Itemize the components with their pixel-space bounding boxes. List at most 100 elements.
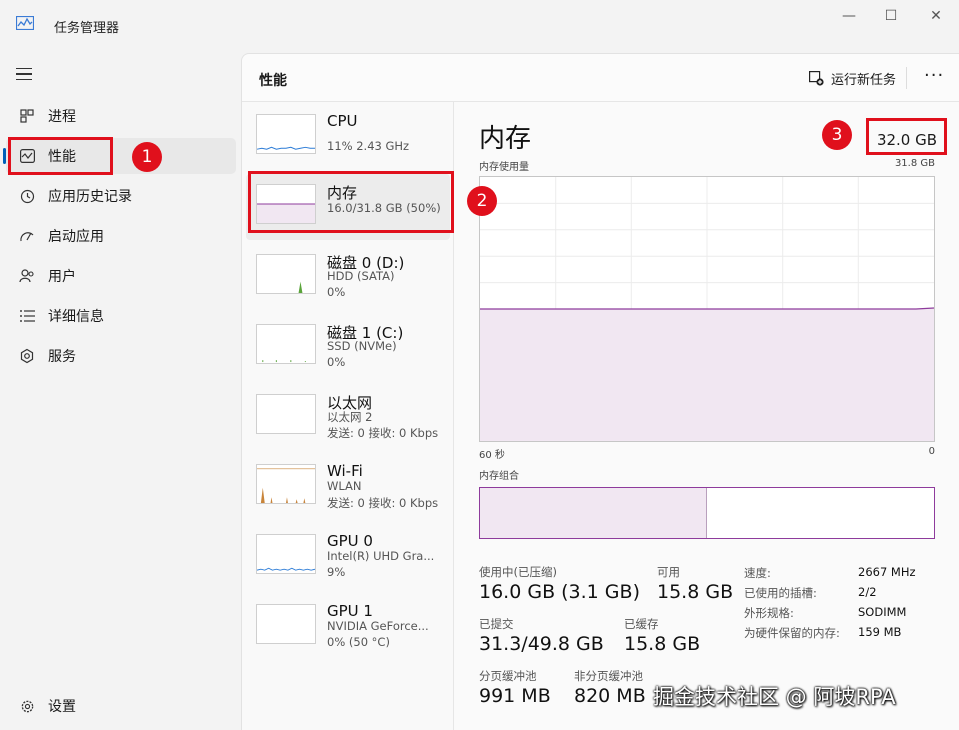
form-factor-label: 外形规格: — [744, 606, 794, 620]
resource-detail: NVIDIA GeForce... — [327, 619, 429, 633]
nav-label-services: 服务 — [48, 349, 76, 365]
wifi-thumbnail-graph — [256, 464, 316, 504]
hardware-reserved-label: 为硬件保留的内存: — [744, 626, 840, 640]
run-new-task-label: 运行新任务 — [831, 73, 897, 88]
resource-detail: WLAN — [327, 479, 362, 493]
gpu1-thumbnail-graph — [256, 604, 316, 644]
resource-detail: 11% 2.43 GHz — [327, 139, 410, 153]
nav-label-settings: 设置 — [48, 699, 76, 715]
nav-item-settings[interactable]: 设置 — [6, 688, 236, 724]
nav-item-services[interactable]: 服务 — [6, 338, 236, 374]
resource-item-wifi[interactable]: Wi-Fi WLAN 发送: 0 接收: 0 Kbps — [246, 454, 450, 520]
memory-usage-max: 31.8 GB — [894, 158, 935, 169]
services-icon — [16, 348, 38, 364]
speed-label: 速度: — [744, 566, 771, 580]
gpu0-thumbnail-graph — [256, 534, 316, 574]
details-icon — [16, 310, 38, 322]
resource-usage: 0% — [327, 285, 346, 299]
resource-item-gpu-0[interactable]: GPU 0 Intel(R) UHD Gra... 9% — [246, 524, 450, 590]
header-divider — [906, 67, 907, 89]
users-icon — [16, 269, 38, 283]
cached-label: 已缓存 — [624, 617, 659, 631]
nav-item-app-history[interactable]: 应用历史记录 — [6, 178, 236, 214]
memory-composition-in-use — [480, 488, 707, 538]
resource-item-disk-0[interactable]: 磁盘 0 (D:) HDD (SATA) 0% — [246, 244, 450, 310]
nav-label-processes: 进程 — [48, 109, 76, 125]
ethernet-thumbnail-graph — [256, 394, 316, 434]
annotation-marker-1: 1 — [132, 142, 162, 172]
in-use-label: 使用中(已压缩) — [479, 565, 557, 579]
resource-name: CPU — [327, 112, 358, 130]
nav-label-startup-apps: 启动应用 — [48, 229, 104, 245]
title-bar: 任务管理器 — ☐ ✕ — [0, 0, 959, 52]
settings-gear-icon — [16, 699, 38, 714]
annotation-box-1 — [8, 137, 113, 175]
memory-composition-label: 内存组合 — [479, 471, 519, 482]
nav-item-processes[interactable]: 进程 — [6, 98, 236, 134]
resource-item-disk-1[interactable]: 磁盘 1 (C:) SSD (NVMe) 0% — [246, 314, 450, 380]
resource-usage: 0% (50 °C) — [327, 635, 390, 649]
resource-item-gpu-1[interactable]: GPU 1 NVIDIA GeForce... 0% (50 °C) — [246, 594, 450, 660]
app-history-icon — [16, 189, 38, 204]
more-options-icon[interactable]: ··· — [924, 65, 944, 86]
nav-label-users: 用户 — [48, 269, 76, 285]
annotation-box-2 — [248, 171, 454, 233]
resource-detail: SSD (NVMe) — [327, 339, 397, 353]
resource-detail: 以太网 2 — [327, 410, 373, 424]
in-use-value: 16.0 GB (3.1 GB) — [479, 581, 640, 603]
committed-value: 31.3/49.8 GB — [479, 633, 604, 655]
performance-panel: 性能 运行新任务 ··· CPU 11% 2.43 GHz 内存 16.0/31… — [241, 53, 959, 730]
slots-label: 已使用的插槽: — [744, 586, 817, 600]
nav-label-app-history: 应用历史记录 — [48, 189, 132, 205]
hardware-reserved-value: 159 MB — [858, 625, 902, 639]
close-button[interactable]: ✕ — [913, 4, 959, 28]
run-new-task-button[interactable]: 运行新任务 — [809, 69, 896, 88]
graph-time-end: 0 — [928, 446, 935, 457]
cached-value: 15.8 GB — [624, 633, 701, 655]
paged-pool-value: 991 MB — [479, 685, 551, 707]
form-factor-value: SODIMM — [858, 605, 907, 619]
memory-usage-graph — [479, 176, 935, 442]
nav-label-details: 详细信息 — [48, 309, 104, 325]
memory-composition-bar — [479, 487, 935, 539]
slots-value: 2/2 — [858, 585, 877, 599]
disk0-thumbnail-graph — [256, 254, 316, 294]
speed-value: 2667 MHz — [858, 565, 916, 579]
startup-apps-icon — [16, 229, 38, 243]
resource-detail: Intel(R) UHD Gra... — [327, 549, 435, 563]
memory-usage-label: 内存使用量 — [479, 162, 529, 173]
resource-item-ethernet[interactable]: 以太网 以太网 2 发送: 0 接收: 0 Kbps — [246, 384, 450, 450]
minimize-button[interactable]: — — [826, 4, 872, 28]
hamburger-menu-icon[interactable] — [16, 68, 32, 81]
nav-item-startup-apps[interactable]: 启动应用 — [6, 218, 236, 254]
paged-pool-label: 分页缓冲池 — [479, 669, 537, 683]
page-title: 性能 — [259, 73, 287, 89]
resource-item-cpu[interactable]: CPU 11% 2.43 GHz — [246, 104, 450, 170]
resource-name: GPU 1 — [327, 602, 373, 620]
resource-usage: 9% — [327, 565, 346, 579]
nav-item-details[interactable]: 详细信息 — [6, 298, 236, 334]
available-value: 15.8 GB — [657, 581, 734, 603]
annotation-box-3 — [866, 118, 947, 155]
resource-name: GPU 0 — [327, 532, 373, 550]
memory-usage-graph-svg — [480, 177, 934, 441]
annotation-marker-2: 2 — [467, 186, 497, 216]
memory-title: 内存 — [479, 124, 532, 154]
resource-usage: 0% — [327, 355, 346, 369]
window-title: 任务管理器 — [54, 21, 120, 36]
task-manager-app-icon — [16, 16, 34, 30]
nav-item-users[interactable]: 用户 — [6, 258, 236, 294]
processes-icon — [16, 109, 38, 123]
resource-usage: 发送: 0 接收: 0 Kbps — [327, 426, 439, 440]
new-task-icon — [809, 71, 824, 86]
graph-time-start: 60 秒 — [479, 450, 505, 461]
maximize-button[interactable]: ☐ — [868, 4, 914, 28]
nonpaged-pool-value: 820 MB — [574, 685, 646, 707]
panel-header: 性能 运行新任务 ··· — [242, 54, 959, 102]
available-label: 可用 — [657, 565, 680, 579]
resource-usage: 发送: 0 接收: 0 Kbps — [327, 496, 439, 510]
watermark-text: 掘金技术社区 @ 阿坡RPA — [653, 685, 896, 709]
resource-name: Wi-Fi — [327, 462, 363, 480]
memory-usage-fill — [480, 309, 934, 441]
committed-label: 已提交 — [479, 617, 514, 631]
